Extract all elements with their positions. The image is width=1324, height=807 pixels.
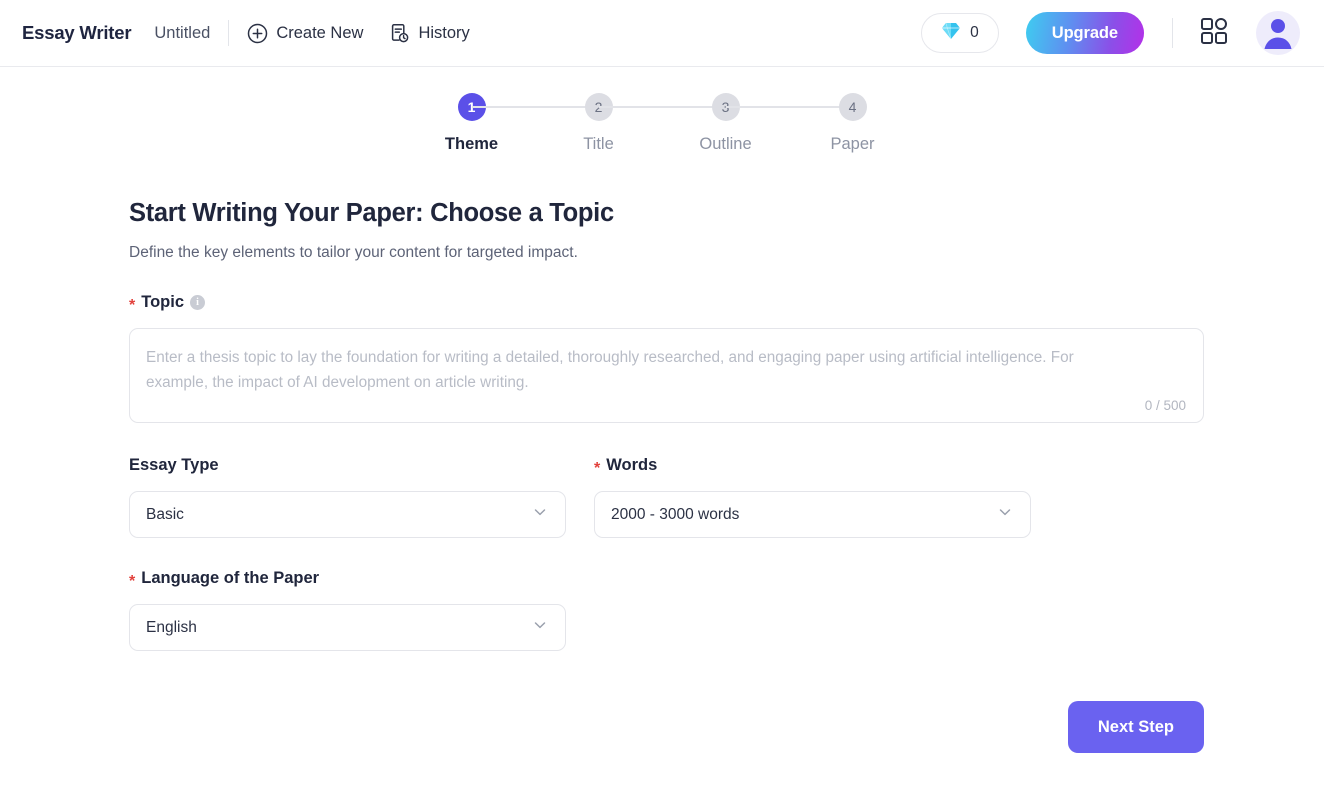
- avatar[interactable]: [1256, 11, 1300, 55]
- header-divider-2: [1172, 18, 1173, 48]
- user-avatar-icon: [1256, 11, 1300, 55]
- words-value: 2000 - 3000 words: [611, 505, 740, 523]
- topic-char-counter: 0 / 500: [1144, 398, 1186, 413]
- credits-button[interactable]: 0: [921, 13, 999, 53]
- step-label: Title: [583, 135, 614, 153]
- history-button[interactable]: History: [389, 23, 470, 44]
- step-connector: [598, 106, 726, 108]
- step-number: 4: [838, 93, 867, 121]
- essay-type-value: Basic: [146, 505, 184, 523]
- step-connector: [725, 106, 853, 108]
- create-new-label: Create New: [276, 23, 364, 42]
- page-subtitle: Define the key elements to tailor your c…: [129, 244, 578, 261]
- document-clock-icon: [389, 23, 410, 44]
- words-label-text: Words: [606, 456, 658, 474]
- next-step-button[interactable]: Next Step: [1067, 701, 1204, 753]
- language-value: English: [146, 618, 197, 636]
- topic-label: * Topic i: [129, 293, 1324, 314]
- create-new-button[interactable]: Create New: [247, 23, 363, 44]
- essay-type-field: Essay Type Basic: [129, 456, 566, 538]
- chevron-down-icon: [531, 503, 549, 526]
- language-field: * Language of the Paper English: [129, 569, 1324, 651]
- header-divider: [228, 20, 230, 46]
- step-label: Outline: [699, 135, 752, 153]
- essay-type-label: Essay Type: [129, 456, 566, 475]
- page-title: Start Writing Your Paper: Choose a Topic: [129, 199, 614, 227]
- form-footer: Next Step: [129, 701, 1204, 753]
- language-label: * Language of the Paper: [129, 569, 1324, 590]
- progress-stepper: 1 Theme 2 Title 3 Outline 4 Paper: [0, 67, 1324, 154]
- topic-input[interactable]: Enter a thesis topic to lay the foundati…: [129, 328, 1204, 423]
- app-header: Essay Writer Untitled Create New History: [0, 0, 1324, 67]
- topic-label-text: Topic: [141, 293, 185, 311]
- step-connector: [471, 106, 599, 108]
- words-label: * Words: [594, 456, 1031, 477]
- essay-type-select[interactable]: Basic: [129, 491, 566, 538]
- chevron-down-icon: [996, 503, 1014, 526]
- chevron-down-icon: [531, 616, 549, 639]
- words-field: * Words 2000 - 3000 words: [594, 456, 1031, 538]
- apps-grid-icon[interactable]: [1199, 16, 1229, 51]
- topic-placeholder: Enter a thesis topic to lay the foundati…: [146, 349, 1074, 391]
- upgrade-button[interactable]: Upgrade: [1025, 12, 1144, 54]
- document-title[interactable]: Untitled: [154, 24, 210, 43]
- words-select[interactable]: 2000 - 3000 words: [594, 491, 1031, 538]
- main-content: Start Writing Your Paper: Choose a Topic…: [0, 199, 1324, 753]
- header-right-group: 0 Upgrade: [921, 11, 1300, 55]
- plus-circle-icon: [247, 23, 268, 44]
- step-label: Paper: [830, 135, 875, 153]
- required-asterisk: *: [129, 296, 136, 314]
- required-asterisk: *: [129, 572, 136, 590]
- essay-type-label-text: Essay Type: [129, 456, 219, 474]
- step-label: Theme: [444, 135, 499, 153]
- language-label-text: Language of the Paper: [141, 569, 320, 587]
- app-brand: Essay Writer: [22, 22, 132, 43]
- form-row-type-words: Essay Type Basic * Words 2000 - 3000 wor…: [129, 456, 1324, 538]
- required-asterisk: *: [594, 459, 601, 477]
- info-icon[interactable]: i: [190, 295, 206, 310]
- diamond-gem-icon: [941, 22, 961, 45]
- history-label: History: [418, 23, 470, 42]
- language-select[interactable]: English: [129, 604, 566, 651]
- credits-count: 0: [970, 24, 979, 41]
